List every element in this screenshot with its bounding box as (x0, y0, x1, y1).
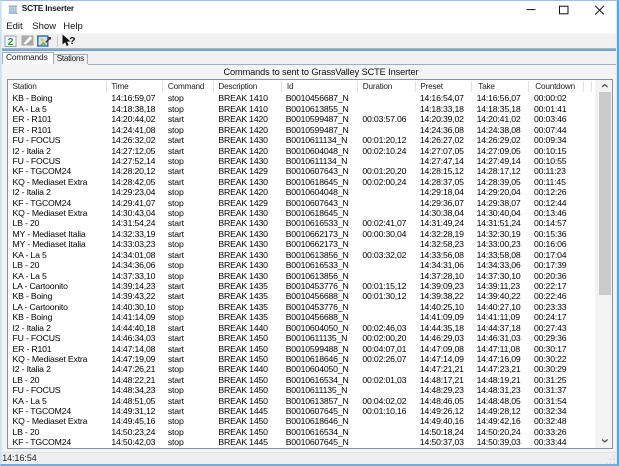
svg-text:?: ? (69, 35, 75, 47)
svg-text:2: 2 (8, 36, 14, 48)
